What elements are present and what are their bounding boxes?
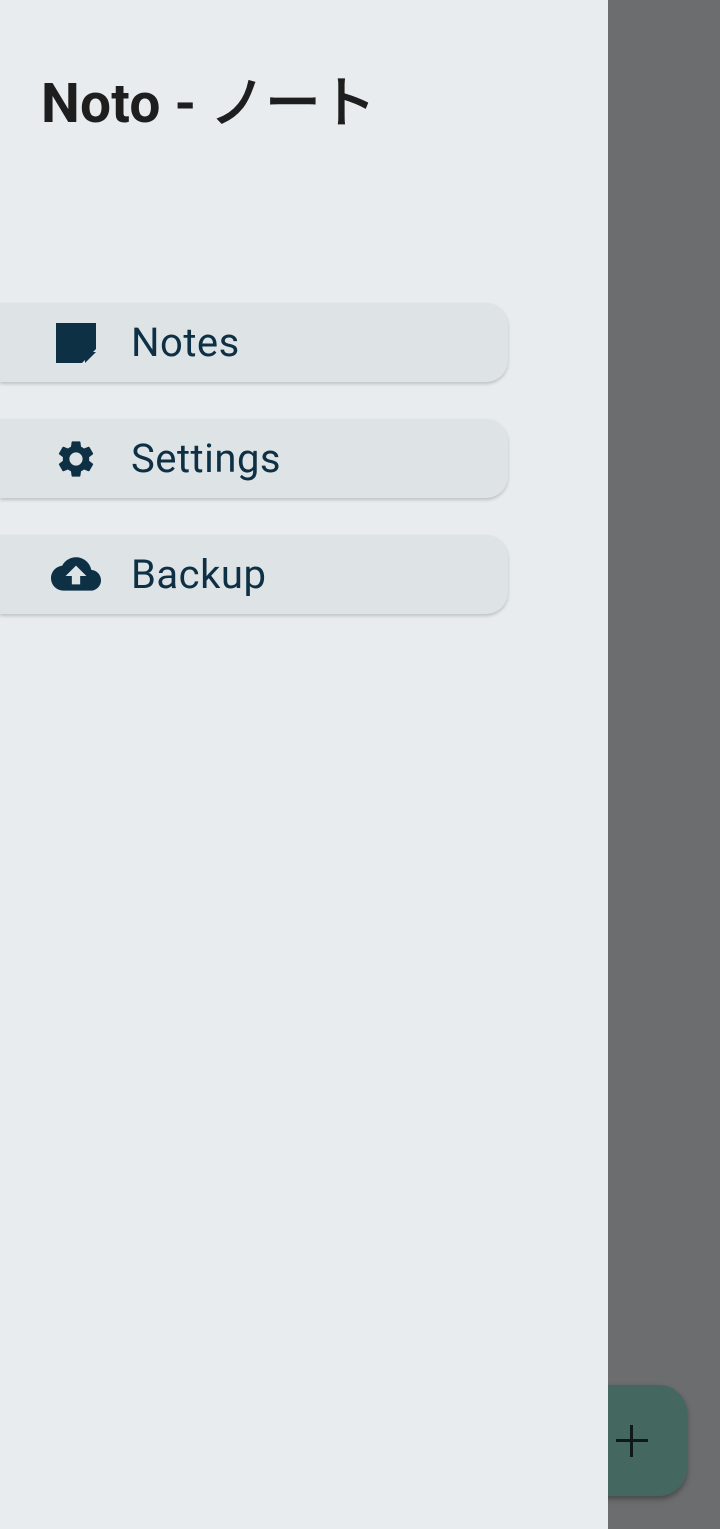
cloud-upload-icon [50,551,102,599]
navigation-drawer: Noto - ノート Notes Settings Backup [0,0,608,1529]
drawer-item-label: Backup [131,551,267,598]
note-icon [50,319,102,367]
drawer-title: Noto - ノート [41,72,376,136]
drawer-item-label: Settings [131,435,282,482]
gear-icon [50,435,102,483]
drawer-item-settings[interactable]: Settings [0,419,508,498]
plus-icon [616,1425,648,1457]
drawer-item-backup[interactable]: Backup [0,535,508,614]
drawer-item-notes[interactable]: Notes [0,303,508,382]
drawer-item-label: Notes [131,319,240,366]
